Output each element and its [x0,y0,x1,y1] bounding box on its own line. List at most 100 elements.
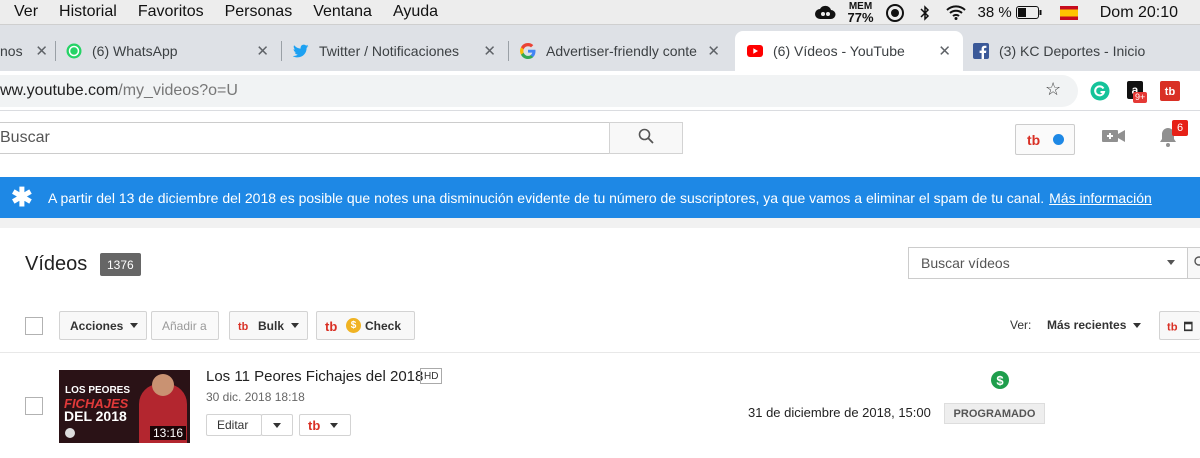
extension-badge: 9+ [1133,92,1148,103]
whatsapp-icon [66,43,82,59]
address-bar[interactable]: ww.youtube.com/my_videos?o=U [0,75,1078,107]
video-title-link[interactable]: Los 11 Peores Fichajes del 2018 [206,368,423,385]
sort-dropdown[interactable]: Más recientes [1047,318,1142,332]
twitter-icon [293,43,309,59]
menu-favoritos[interactable]: Favoritos [138,3,204,21]
grammarly-icon[interactable] [1090,81,1110,101]
tubebuddy-logo-icon: tb [308,419,320,432]
asterisk-icon: ✱ [11,182,33,212]
tubebuddy-logo-icon: tb [1167,321,1178,333]
video-thumbnail[interactable]: LOS PEORES FICHAJES DEL 2018 13:16 [59,370,190,443]
tab-youtube[interactable]: (6) Vídeos - YouTube ✕ [735,31,963,71]
tab-whatsapp[interactable]: (6) WhatsApp ✕ [66,31,281,71]
divider-band [0,218,1200,228]
tab-generic[interactable]: nos ✕ [0,31,60,71]
tubebuddy-row-menu-button[interactable]: tb [299,414,351,436]
tubebuddy-logo-icon: tb [325,319,337,333]
tubebuddy-logo-icon: tb [238,321,249,333]
chevron-down-icon [130,323,139,328]
wifi-icon[interactable] [945,5,966,20]
tab-label: Twitter / Notificaciones [319,43,460,59]
thumbnail-text-line1: LOS PEORES [65,385,131,396]
chevron-down-icon [330,422,338,428]
row-checkbox[interactable] [25,397,43,415]
tab-label: (6) WhatsApp [92,43,178,59]
tubebuddy-check-button[interactable]: tb $ Check [316,311,415,340]
screen: Ver Historial Favoritos Personas Ventana… [0,0,1200,458]
edit-menu-button[interactable] [261,414,293,436]
search-input[interactable]: Buscar [0,122,610,154]
spanish-flag-icon[interactable] [1059,5,1078,20]
tab-label: (3) KC Deportes - Inicio [999,43,1146,59]
close-icon[interactable]: ✕ [483,42,496,60]
svg-text:tb: tb [1165,86,1176,98]
clock[interactable]: Dom 20:10 [1100,4,1178,22]
close-icon[interactable]: ✕ [35,42,48,60]
youtube-icon [747,43,763,59]
tab-label: nos [0,43,23,59]
tubebuddy-tools-button[interactable]: tb [1159,311,1200,340]
close-icon[interactable]: ✕ [707,42,720,60]
creative-cloud-icon[interactable] [814,5,836,21]
video-upload-date: 30 dic. 2018 18:18 [206,390,305,404]
monetization-icon[interactable]: $ [991,371,1009,389]
more-info-link[interactable]: Más información [1049,190,1152,206]
coin-icon: $ [346,318,361,333]
chevron-down-icon[interactable] [1167,260,1175,265]
info-banner: ✱ A partir del 13 de diciembre del 2018 … [0,177,1200,218]
tubebuddy-header-button[interactable]: tb [1015,124,1075,155]
istat-icon[interactable] [885,3,904,22]
search-videos-placeholder: Buscar vídeos [921,255,1010,271]
search-videos-input[interactable]: Buscar vídeos [908,247,1188,279]
bluetooth-icon[interactable] [920,4,930,21]
channel-logo-icon [65,428,75,438]
video-count-badge: 1376 [100,253,141,276]
battery-percent: 38 % [977,4,1012,21]
actions-button[interactable]: Acciones [59,311,147,340]
menu-historial[interactable]: Historial [59,3,117,21]
url-path: /my_videos?o=U [118,82,238,99]
status-dot-icon [1052,134,1064,145]
select-all-checkbox[interactable] [25,317,43,335]
search-button[interactable] [609,122,683,154]
menu-ayuda[interactable]: Ayuda [393,3,438,21]
menu-ventana[interactable]: Ventana [313,3,372,21]
battery-icon[interactable] [1015,6,1042,19]
thumbnail-player-head [152,374,174,396]
page-title: Vídeos [25,253,88,275]
scheduled-date: 31 de diciembre de 2018, 15:00 [748,405,931,420]
create-video-icon[interactable] [1102,128,1126,149]
row-divider [0,352,1200,353]
search-videos-button[interactable] [1188,247,1200,279]
tab-separator [281,41,282,61]
chevron-down-icon [273,422,281,428]
add-to-button[interactable]: Añadir a [151,311,219,340]
status-area: MEM 77% 38 % Dom 20:10 [814,0,1200,25]
tubebuddy-bulk-button[interactable]: tb Bulk [229,311,308,340]
amazon-extension-icon[interactable]: a 9+ [1125,80,1148,103]
tubebuddy-logo-icon: tb [1027,133,1040,147]
check-label: Check [365,318,402,333]
close-icon[interactable]: ✕ [938,42,951,60]
view-label: Ver: [1010,318,1032,332]
facebook-icon [973,43,989,59]
menu-personas[interactable]: Personas [225,3,293,21]
tab-twitter[interactable]: Twitter / Notificaciones ✕ [293,31,508,71]
svg-text:tb: tb [238,321,249,333]
edit-label: Editar [217,418,249,432]
status-badge: PROGRAMADO [944,403,1045,424]
svg-text:tb: tb [1167,321,1178,333]
tab-facebook[interactable]: (3) KC Deportes - Inicio [963,31,1200,71]
close-icon[interactable]: ✕ [256,42,269,60]
macos-menubar: Ver Historial Favoritos Personas Ventana… [0,0,1200,25]
calendar-icon [1184,321,1193,331]
tubebuddy-extension-icon[interactable]: tb [1160,81,1180,101]
menu-ver[interactable]: Ver [14,3,38,21]
tab-google[interactable]: Advertiser-friendly conte ✕ [520,31,732,71]
memory-indicator[interactable]: MEM 77% [848,1,874,24]
actions-label: Acciones [70,318,124,333]
bookmark-star-icon[interactable]: ☆ [1045,79,1061,100]
add-to-label: Añadir a [162,318,207,333]
video-duration: 13:16 [149,426,186,440]
edit-button[interactable]: Editar [206,414,262,436]
